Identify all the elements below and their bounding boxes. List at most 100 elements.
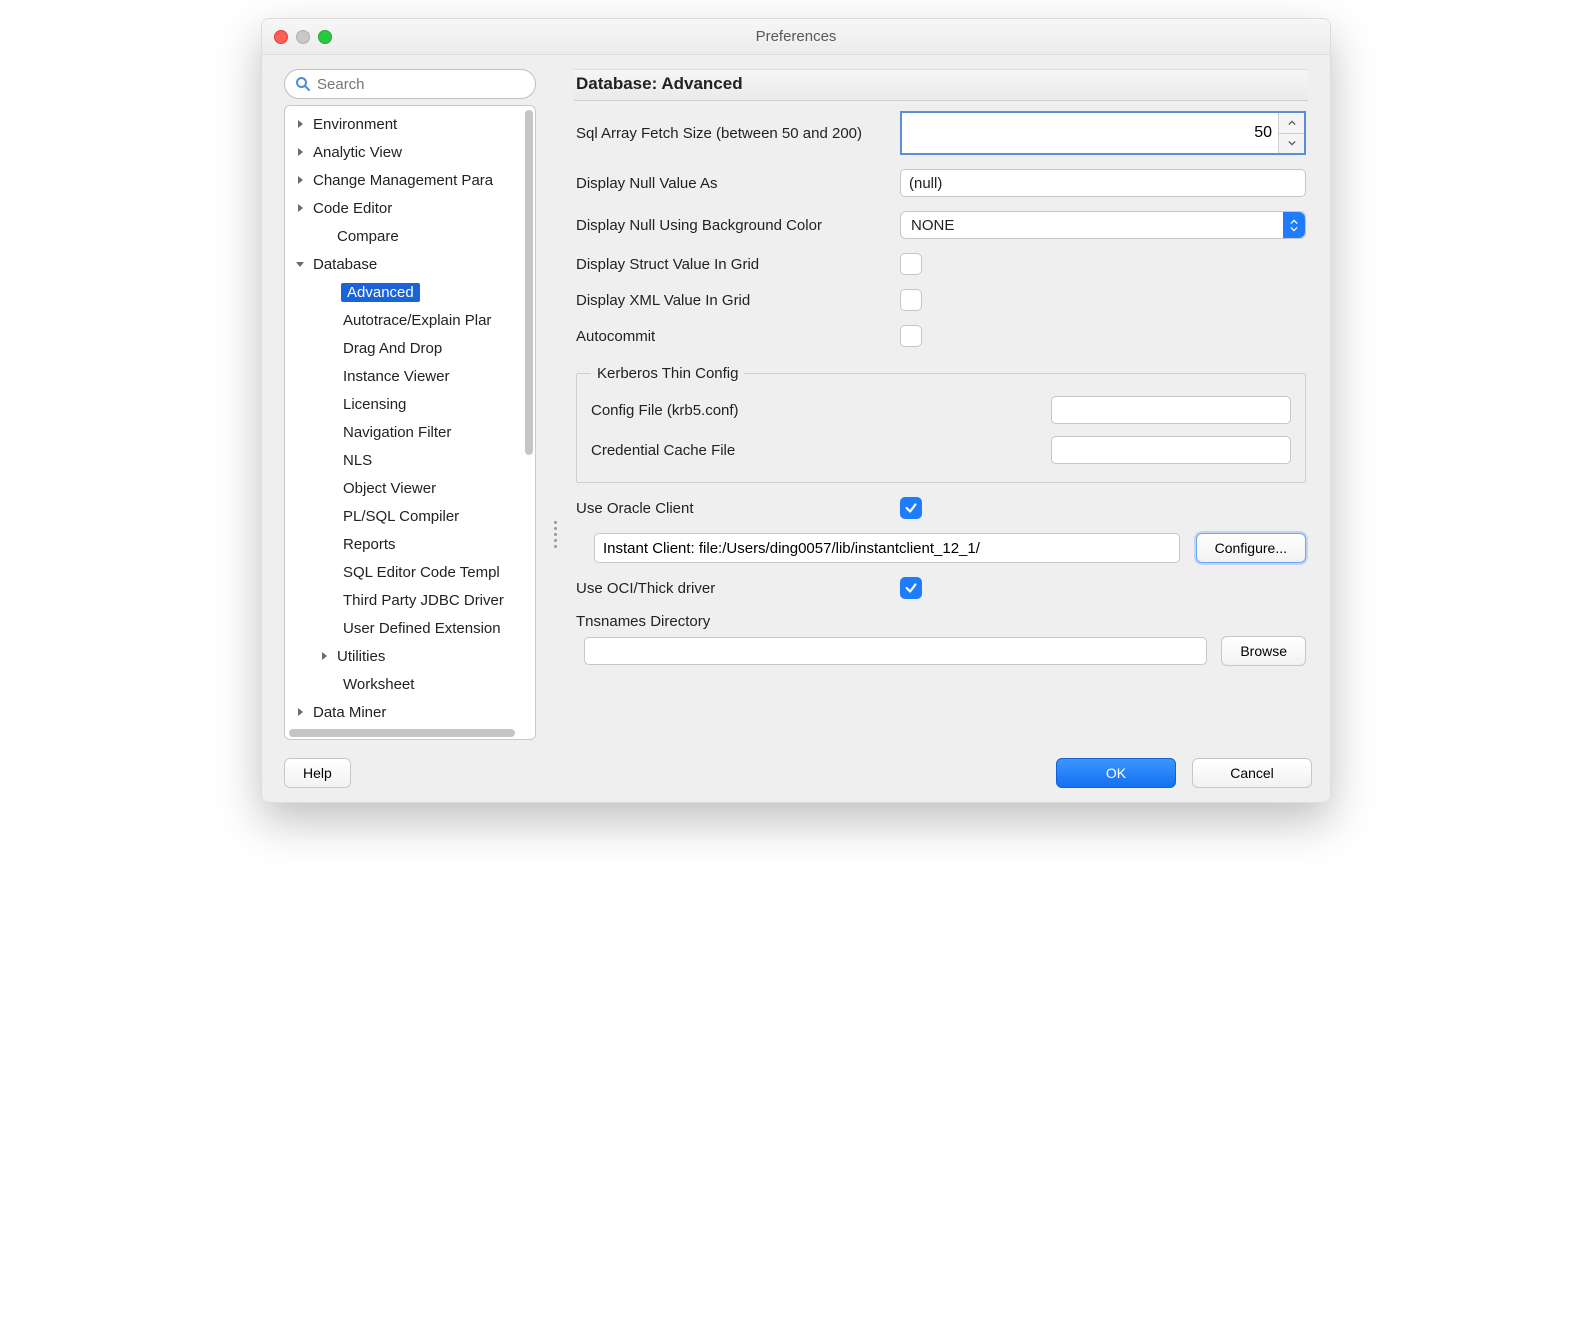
tree-item-label: Reports: [343, 536, 396, 553]
tree-item[interactable]: Third Party JDBC Driver: [285, 586, 535, 614]
cancel-button[interactable]: Cancel: [1192, 758, 1312, 788]
null-bg-value: NONE: [911, 217, 954, 234]
tree-item[interactable]: Data Miner: [285, 698, 535, 726]
tree-item[interactable]: Advanced: [285, 278, 535, 306]
struct-grid-label: Display Struct Value In Grid: [576, 256, 886, 273]
tree-item[interactable]: Licensing: [285, 390, 535, 418]
tree-horizontal-scrollbar[interactable]: [289, 729, 515, 737]
kerberos-fieldset: Kerberos Thin Config Config File (krb5.c…: [576, 365, 1306, 483]
oracle-client-path-input[interactable]: [594, 533, 1180, 563]
tree-item[interactable]: Database: [285, 250, 535, 278]
oracle-client-checkbox[interactable]: [900, 497, 922, 519]
tree-item-label: Drag And Drop: [343, 340, 442, 357]
tree-item-label: PL/SQL Compiler: [343, 508, 459, 525]
help-button[interactable]: Help: [284, 758, 351, 788]
tree-item-label: User Defined Extension: [343, 620, 501, 637]
chevron-right-icon[interactable]: [293, 145, 307, 159]
tree-vertical-scrollbar[interactable]: [525, 110, 533, 455]
tree-item-label: SQL Editor Code Templ: [343, 564, 500, 581]
tree-item[interactable]: Compare: [285, 222, 535, 250]
chevron-right-icon[interactable]: [293, 173, 307, 187]
tree-item[interactable]: Instance Viewer: [285, 362, 535, 390]
tree-item-label: Code Editor: [313, 200, 392, 217]
tree-item-label: Advanced: [341, 283, 420, 302]
ok-button[interactable]: OK: [1056, 758, 1176, 788]
tree-item[interactable]: Analytic View: [285, 138, 535, 166]
tree-item[interactable]: Environment: [285, 110, 535, 138]
tree-item-label: Environment: [313, 116, 397, 133]
browse-button[interactable]: Browse: [1221, 636, 1306, 666]
tree-item[interactable]: PL/SQL Compiler: [285, 502, 535, 530]
kerb-config-input[interactable]: [1051, 396, 1291, 424]
kerb-cred-input[interactable]: [1051, 436, 1291, 464]
struct-grid-checkbox[interactable]: [900, 253, 922, 275]
tree-item-label: Analytic View: [313, 144, 402, 161]
null-value-label: Display Null Value As: [576, 175, 886, 192]
sidebar: Environment Analytic View Change Managemen…: [284, 69, 536, 740]
tree-item[interactable]: User Defined Extension: [285, 614, 535, 642]
null-value-input[interactable]: [900, 169, 1306, 197]
tns-dir-label: Tnsnames Directory: [576, 613, 1306, 630]
kerb-config-label: Config File (krb5.conf): [591, 402, 791, 419]
chevron-right-icon[interactable]: [293, 201, 307, 215]
fetch-size-spinner[interactable]: [900, 111, 1306, 155]
panel-title: Database: Advanced: [574, 69, 1308, 101]
search-icon: [295, 76, 311, 92]
oci-driver-label: Use OCI/Thick driver: [576, 580, 886, 597]
fetch-size-label: Sql Array Fetch Size (between 50 and 200…: [576, 125, 886, 142]
tree-item[interactable]: Utilities: [285, 642, 535, 670]
chevron-right-icon[interactable]: [293, 117, 307, 131]
chevron-right-icon[interactable]: [317, 649, 331, 663]
tree-item-label: Navigation Filter: [343, 424, 451, 441]
tree-item-label: NLS: [343, 452, 372, 469]
splitter-handle[interactable]: [552, 521, 558, 548]
null-bg-select[interactable]: NONE: [900, 211, 1306, 239]
select-caret-icon: [1283, 212, 1305, 238]
tree-item[interactable]: Drag And Drop: [285, 334, 535, 362]
preferences-window: Preferences Environment Analytic View Chan…: [261, 18, 1331, 803]
null-bg-label: Display Null Using Background Color: [576, 217, 886, 234]
tree-item-label: Compare: [337, 228, 399, 245]
tree-item-label: Instance Viewer: [343, 368, 449, 385]
window-title: Preferences: [262, 28, 1330, 45]
autocommit-label: Autocommit: [576, 328, 886, 345]
tree-item-label: Database: [313, 256, 377, 273]
tree-item[interactable]: Change Management Para: [285, 166, 535, 194]
oci-driver-checkbox[interactable]: [900, 577, 922, 599]
fetch-size-input[interactable]: [902, 113, 1278, 153]
tree-item[interactable]: SQL Editor Code Templ: [285, 558, 535, 586]
oracle-client-label: Use Oracle Client: [576, 500, 886, 517]
xml-grid-label: Display XML Value In Grid: [576, 292, 886, 309]
settings-panel: Database: Advanced Sql Array Fetch Size …: [574, 69, 1308, 740]
tree-item-label: Autotrace/Explain Plar: [343, 312, 491, 329]
kerb-cred-label: Credential Cache File: [591, 442, 791, 459]
tree-item[interactable]: NLS: [285, 446, 535, 474]
chevron-down-icon[interactable]: [293, 257, 307, 271]
tree-item-label: Utilities: [337, 648, 385, 665]
category-tree: Environment Analytic View Change Managemen…: [284, 105, 536, 740]
fetch-size-down[interactable]: [1279, 134, 1304, 154]
tree-item[interactable]: Code Editor: [285, 194, 535, 222]
fetch-size-up[interactable]: [1279, 113, 1304, 134]
search-box[interactable]: [284, 69, 536, 99]
xml-grid-checkbox[interactable]: [900, 289, 922, 311]
tree-item[interactable]: Navigation Filter: [285, 418, 535, 446]
kerberos-legend: Kerberos Thin Config: [591, 365, 744, 382]
autocommit-checkbox[interactable]: [900, 325, 922, 347]
configure-button[interactable]: Configure...: [1196, 533, 1306, 563]
tree-item-label: Data Miner: [313, 704, 386, 721]
tree-item-label: Object Viewer: [343, 480, 436, 497]
tree-item[interactable]: Worksheet: [285, 670, 535, 698]
tree-item-label: Third Party JDBC Driver: [343, 592, 504, 609]
tree-item-label: Change Management Para: [313, 172, 493, 189]
tree-item-label: Worksheet: [343, 676, 414, 693]
tree-item[interactable]: Reports: [285, 530, 535, 558]
titlebar: Preferences: [262, 19, 1330, 55]
tree-item[interactable]: Object Viewer: [285, 474, 535, 502]
dialog-footer: Help OK Cancel: [262, 758, 1330, 802]
tree-item-label: Licensing: [343, 396, 406, 413]
search-input[interactable]: [317, 76, 525, 93]
tns-dir-input[interactable]: [584, 637, 1207, 665]
tree-item[interactable]: Autotrace/Explain Plar: [285, 306, 535, 334]
chevron-right-icon[interactable]: [293, 705, 307, 719]
